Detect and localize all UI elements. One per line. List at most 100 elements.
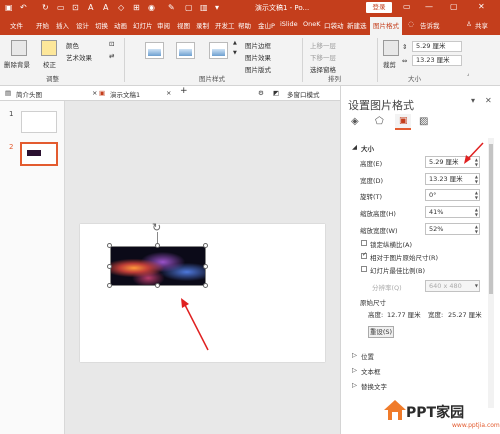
remove-background-icon[interactable] (11, 40, 27, 56)
slide-thumbnail-2[interactable] (20, 142, 58, 166)
change-picture-icon[interactable]: ⇄ (109, 52, 114, 60)
minimize-icon[interactable]: — (425, 2, 433, 11)
resize-handle-s[interactable] (155, 283, 160, 288)
ribbon-width-field[interactable]: 13.23 厘米 (412, 55, 462, 66)
tab-record[interactable]: 录制 (196, 20, 209, 30)
rotation-spinner-icon[interactable]: ▲ ▼ (475, 190, 478, 200)
styles-scroll-up-icon[interactable]: ▲ (233, 40, 237, 46)
ribbon-height-field[interactable]: 5.29 厘米 (412, 41, 462, 52)
new-tab-icon[interactable]: + (180, 86, 188, 96)
resize-handle-e[interactable] (203, 264, 208, 269)
compress-icon[interactable]: ⊡ (109, 40, 114, 48)
tab-pocket-animation[interactable]: 口袋动 (324, 20, 344, 30)
lightbulb-icon[interactable]: ◌ (408, 20, 414, 28)
tab-onekey[interactable]: OneK (303, 20, 321, 28)
tab-home[interactable]: 开始 (36, 20, 49, 30)
image-icon[interactable]: ▥ (200, 3, 208, 12)
section-position-toggle[interactable]: ▷ (352, 351, 357, 359)
rotation-field[interactable]: 0° ▲ ▼ (425, 189, 480, 201)
shape-icon[interactable]: ◇ (118, 3, 124, 12)
tab-insert[interactable]: 插入 (56, 20, 69, 30)
tab-file[interactable]: 文件 (10, 20, 23, 30)
quick-access-icon[interactable]: ⊡ (72, 3, 79, 12)
pane-scrollbar[interactable] (488, 138, 494, 408)
tab-help[interactable]: 帮助 (238, 20, 251, 30)
maximize-icon[interactable]: ▢ (450, 2, 458, 11)
multi-window-button[interactable]: 多窗口模式 (287, 89, 320, 99)
picture-icon[interactable]: ▨ (419, 116, 428, 127)
undo-icon[interactable]: ↶ (20, 3, 27, 12)
scale-height-spinner-icon[interactable]: ▲ ▼ (475, 207, 478, 217)
send-backward-button[interactable]: 下移一层 (310, 52, 336, 62)
section-size[interactable]: 大小 (361, 143, 374, 153)
color-button[interactable]: 颜色 (66, 40, 79, 50)
section-textbox-toggle[interactable]: ▷ (352, 366, 357, 374)
corrections-icon[interactable] (41, 40, 57, 56)
resize-handle-se[interactable] (203, 283, 208, 288)
slide-thumbnail-1[interactable] (21, 111, 57, 133)
scale-height-field[interactable]: 41% ▲ ▼ (425, 206, 480, 218)
doc-tab-active[interactable]: 演示文稿1 (110, 89, 140, 99)
lock-aspect-checkbox[interactable] (361, 240, 367, 246)
effects-icon[interactable]: ⬠ (375, 116, 384, 127)
corrections-button[interactable]: 校正 (43, 59, 56, 69)
ribbon-display-icon[interactable]: ▭ (403, 2, 411, 11)
picture-effects-button[interactable]: 图片效果 (245, 52, 271, 62)
pen-icon[interactable]: ✎ (168, 3, 175, 12)
doc-tab-active-close-icon[interactable]: × (166, 89, 171, 97)
tab-view[interactable]: 视图 (177, 20, 190, 30)
text-format-icon[interactable]: A (103, 3, 108, 12)
width-field[interactable]: 13.23 厘米 ▲ ▼ (425, 173, 480, 185)
size-properties-tab[interactable]: ▣ (395, 114, 411, 130)
tell-me[interactable]: 告诉我 (420, 20, 440, 30)
section-position[interactable]: 位置 (361, 351, 374, 361)
remove-background-button[interactable]: 删除背景 (4, 59, 30, 69)
picture-layout-button[interactable]: 图片版式 (245, 64, 271, 74)
height-spinner-icon[interactable]: ▲ ▼ (475, 157, 478, 167)
section-alttext-toggle[interactable]: ▷ (352, 381, 357, 389)
scale-width-field[interactable]: 52% ▲ ▼ (425, 223, 480, 235)
picture-style-1[interactable] (145, 42, 164, 59)
pane-scrollbar-thumb[interactable] (489, 144, 493, 294)
highlight-icon[interactable]: ◉ (148, 3, 155, 12)
tab-design[interactable]: 设计 (76, 20, 89, 30)
tab-picture-format[interactable]: 图片格式 (370, 17, 402, 35)
tab-slideshow[interactable]: 幻灯片 (133, 20, 153, 30)
doc-tab-intro[interactable]: 简介头图 (16, 89, 42, 99)
save-icon[interactable]: ▣ (5, 3, 13, 12)
login-button[interactable]: 登录 (366, 2, 392, 13)
styles-more-icon[interactable]: ▼ (233, 50, 237, 56)
picture-border-button[interactable]: 图片边框 (245, 40, 271, 50)
section-size-toggle[interactable]: ◢ (352, 143, 357, 151)
picture-style-3[interactable] (209, 42, 228, 59)
tab-new[interactable]: 新建选 (347, 20, 367, 30)
pane-close-icon[interactable]: ✕ (485, 96, 492, 105)
dropdown-icon[interactable]: ▾ (215, 3, 219, 12)
width-spinner-icon[interactable]: ▲ ▼ (475, 174, 478, 184)
box-icon[interactable]: ▢ (185, 3, 193, 12)
share-icon[interactable]: ♙ (466, 20, 472, 28)
bring-forward-button[interactable]: 上移一层 (310, 40, 336, 50)
best-scale-checkbox[interactable] (361, 266, 367, 272)
tab-review[interactable]: 审阅 (157, 20, 170, 30)
grid-icon[interactable]: ⊞ (133, 3, 140, 12)
section-alttext[interactable]: 替换文字 (361, 381, 387, 391)
resize-handle-w[interactable] (107, 264, 112, 269)
doc-tab-close-icon[interactable]: × (92, 89, 97, 97)
start-slideshow-icon[interactable]: ▭ (57, 3, 65, 12)
close-icon[interactable]: ✕ (478, 2, 485, 11)
text-icon[interactable]: A (88, 3, 93, 12)
resize-handle-sw[interactable] (107, 283, 112, 288)
tab-developer[interactable]: 开发工 (215, 20, 235, 30)
tab-islide[interactable]: iSlide (280, 20, 298, 28)
window-icon[interactable]: ◩ (273, 89, 279, 97)
tab-transitions[interactable]: 切换 (95, 20, 108, 30)
settings-icon[interactable]: ⚙ (258, 89, 264, 97)
crop-button[interactable]: 裁剪 (383, 59, 396, 69)
height-field[interactable]: 5.29 厘米 ▲ ▼ (425, 156, 480, 168)
resize-handle-nw[interactable] (107, 243, 112, 248)
reset-button[interactable]: 重设(S) (368, 326, 394, 338)
pane-options-icon[interactable]: ▾ (471, 96, 475, 105)
resize-handle-ne[interactable] (203, 243, 208, 248)
resize-handle-n[interactable] (155, 243, 160, 248)
